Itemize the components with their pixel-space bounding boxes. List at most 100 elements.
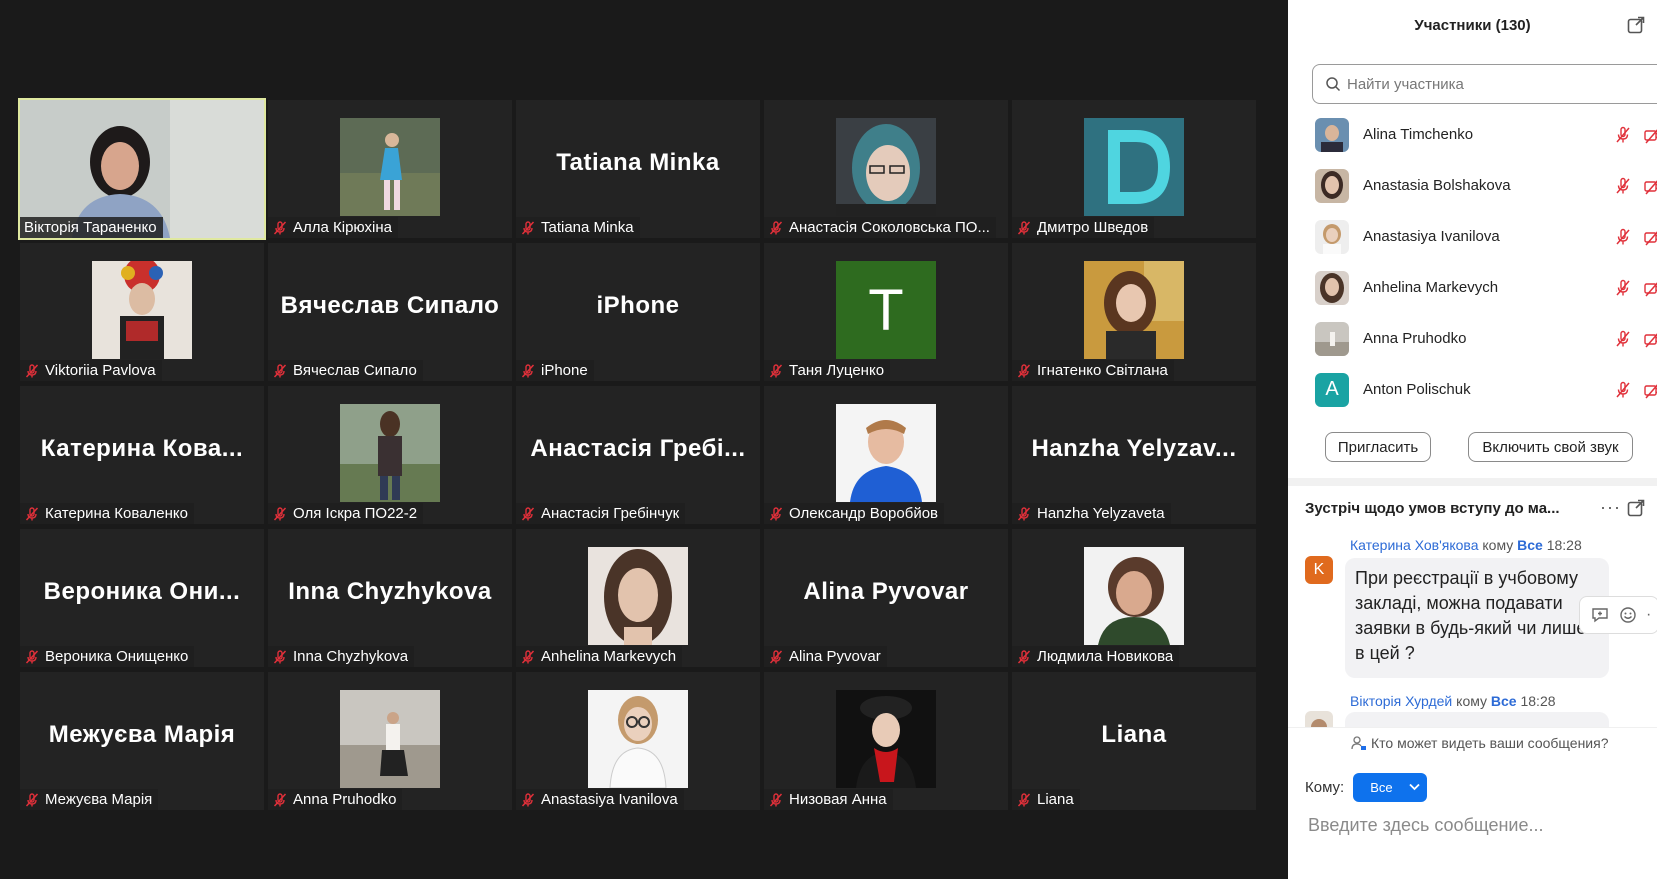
participant-status-icons [1613, 125, 1657, 145]
video-tile[interactable]: Олександр Воробйов [764, 386, 1008, 524]
video-tile[interactable]: T Таня Луценко [764, 243, 1008, 381]
muted-mic-icon [273, 649, 287, 664]
video-tile[interactable]: Anna Pruhodko [268, 672, 512, 810]
profile-photo [588, 547, 688, 645]
recipient-select[interactable]: Все [1353, 773, 1428, 802]
avatar-letter: T [836, 261, 936, 359]
muted-mic-icon [1017, 649, 1031, 664]
message-sender[interactable]: Катерина Хов'якова [1350, 537, 1478, 553]
name-tag: Anastasiya Ivanilova [516, 789, 684, 810]
video-tile[interactable]: Anastasiya Ivanilova [516, 672, 760, 810]
video-tile[interactable]: Viktoriia Pavlova [20, 243, 264, 381]
participant-status-icons [1613, 329, 1657, 349]
name-tag: Viktoriia Pavlova [20, 360, 162, 381]
participant-row[interactable]: Alina Timchenko [1288, 109, 1657, 160]
participant-row[interactable]: Anhelina Markevych [1288, 262, 1657, 313]
video-tile[interactable]: Анастасія Гребі... Анастасія Гребінчук [516, 386, 760, 524]
message-time: 18:28 [1546, 537, 1582, 553]
muted-mic-icon [25, 792, 39, 807]
who-can-see-link[interactable]: Кто может видеть ваши сообщения? [1288, 727, 1657, 757]
video-tile[interactable]: Вікторія Тараненко [18, 98, 266, 240]
video-tile[interactable]: Людмила Новикова [1012, 529, 1256, 667]
name-tag: Дмитро Шведов [1012, 217, 1155, 238]
profile-photo [340, 118, 440, 216]
participant-name: Anton Polischuk [1363, 381, 1471, 398]
to-label: Кому: [1305, 779, 1345, 796]
participant-name: Alina Timchenko [1363, 126, 1474, 143]
participant-avatar: A [1315, 372, 1349, 407]
video-tile[interactable]: Дмитро Шведов [1012, 100, 1256, 238]
name-tag: Liana [1012, 789, 1080, 810]
muted-mic-icon [1616, 126, 1630, 143]
more-dots-icon[interactable]: · [1646, 606, 1651, 624]
video-tile[interactable]: Inna Chyzhykova Inna Chyzhykova [268, 529, 512, 667]
muted-mic-icon [273, 363, 287, 378]
video-tile[interactable]: Tatiana Minka Tatiana Minka [516, 100, 760, 238]
participant-name: Анастасія Гребінчук [541, 505, 680, 522]
invite-button[interactable]: Пригласить [1325, 432, 1431, 462]
message-recipient-2: Все [1490, 693, 1517, 709]
participant-name: Анастасія Соколовська ПО... [789, 219, 990, 236]
reply-icon[interactable] [1590, 605, 1610, 625]
name-tag: Inna Chyzhykova [268, 646, 415, 667]
popout-icon[interactable] [1627, 16, 1645, 34]
video-tile[interactable]: Hanzha Yelyzav... Hanzha Yelyzaveta [1012, 386, 1256, 524]
participant-status-icons [1613, 227, 1657, 247]
video-tile[interactable]: Ігнатенко Світлана [1012, 243, 1256, 381]
video-off-icon [1644, 180, 1657, 195]
video-tile[interactable]: Низовая Анна [764, 672, 1008, 810]
participant-search-input[interactable] [1347, 75, 1627, 93]
unmute-self-button[interactable]: Включить свой звук [1468, 432, 1633, 462]
video-tile[interactable]: Alina Pyvovar Alina Pyvovar [764, 529, 1008, 667]
more-options-icon[interactable]: ··· [1600, 497, 1621, 518]
participant-row[interactable]: Anna Pruhodko [1288, 313, 1657, 364]
zoom-meeting-window: Вікторія Тараненко Алла Кірюхіна Tatiana M… [0, 0, 1657, 879]
video-tile[interactable]: Оля Іскра ПО22-2 [268, 386, 512, 524]
message-recipient: Все [1517, 537, 1543, 553]
profile-photo [1084, 547, 1184, 645]
participant-row[interactable]: Anastasiya Ivanilova [1288, 211, 1657, 262]
participant-name: Дмитро Шведов [1037, 219, 1149, 236]
name-tag: Олександр Воробйов [764, 503, 945, 524]
video-tile[interactable]: Алла Кірюхіна [268, 100, 512, 238]
participant-display-name: Межуєва Марія [48, 721, 236, 749]
participant-name: Межуєва Марія [45, 791, 153, 808]
video-off-icon [1644, 384, 1657, 399]
who-can-see-text: Кто может видеть ваши сообщения? [1371, 734, 1609, 751]
message-time-2: 18:28 [1520, 693, 1556, 709]
muted-mic-icon [521, 649, 535, 664]
participant-name: Катерина Коваленко [45, 505, 188, 522]
emoji-icon[interactable] [1618, 605, 1638, 625]
message-input[interactable] [1308, 810, 1638, 840]
profile-photo [836, 690, 936, 788]
participant-name: Anastasia Bolshakova [1363, 177, 1511, 194]
participant-name: Вячеслав Сипало [293, 362, 417, 379]
chat-header: Зустріч щодо умов вступу до ма... ··· [1288, 494, 1657, 522]
video-tile[interactable]: Катерина Кова... Катерина Коваленко [20, 386, 264, 524]
participant-status-icons [1613, 380, 1657, 400]
message-actions: · [1579, 596, 1657, 634]
muted-mic-icon [25, 506, 39, 521]
message-meta: Катерина Хов'якова кому Все 18:28 [1350, 537, 1582, 553]
gallery-view: Вікторія Тараненко Алла Кірюхіна Tatiana M… [0, 0, 1288, 879]
video-tile[interactable]: Anhelina Markevych [516, 529, 760, 667]
name-tag: Низовая Анна [764, 789, 893, 810]
video-tile[interactable]: Liana Liana [1012, 672, 1256, 810]
participant-name: Tatiana Minka [541, 219, 634, 236]
participant-search-field[interactable] [1312, 64, 1657, 104]
video-tile[interactable]: Вероника Они... Вероника Онищенко [20, 529, 264, 667]
participant-name: Hanzha Yelyzaveta [1037, 505, 1165, 522]
message-to-word: кому [1482, 537, 1514, 553]
message-sender-2[interactable]: Вікторія Хурдей [1350, 693, 1452, 709]
video-tile[interactable]: Вячеслав Сипало Вячеслав Сипало [268, 243, 512, 381]
participant-row[interactable]: A Anton Polischuk [1288, 364, 1657, 415]
video-tile[interactable]: iPhone iPhone [516, 243, 760, 381]
participant-row[interactable]: Anastasia Bolshakova [1288, 160, 1657, 211]
participant-name: Вероника Онищенко [45, 648, 189, 665]
popout-chat-icon[interactable] [1627, 499, 1645, 517]
chevron-down-icon [1409, 783, 1420, 791]
search-icon [1326, 77, 1341, 92]
video-tile[interactable]: Межуєва Марія Межуєва Марія [20, 672, 264, 810]
video-tile[interactable]: Анастасія Соколовська ПО... [764, 100, 1008, 238]
profile-photo [836, 118, 936, 216]
